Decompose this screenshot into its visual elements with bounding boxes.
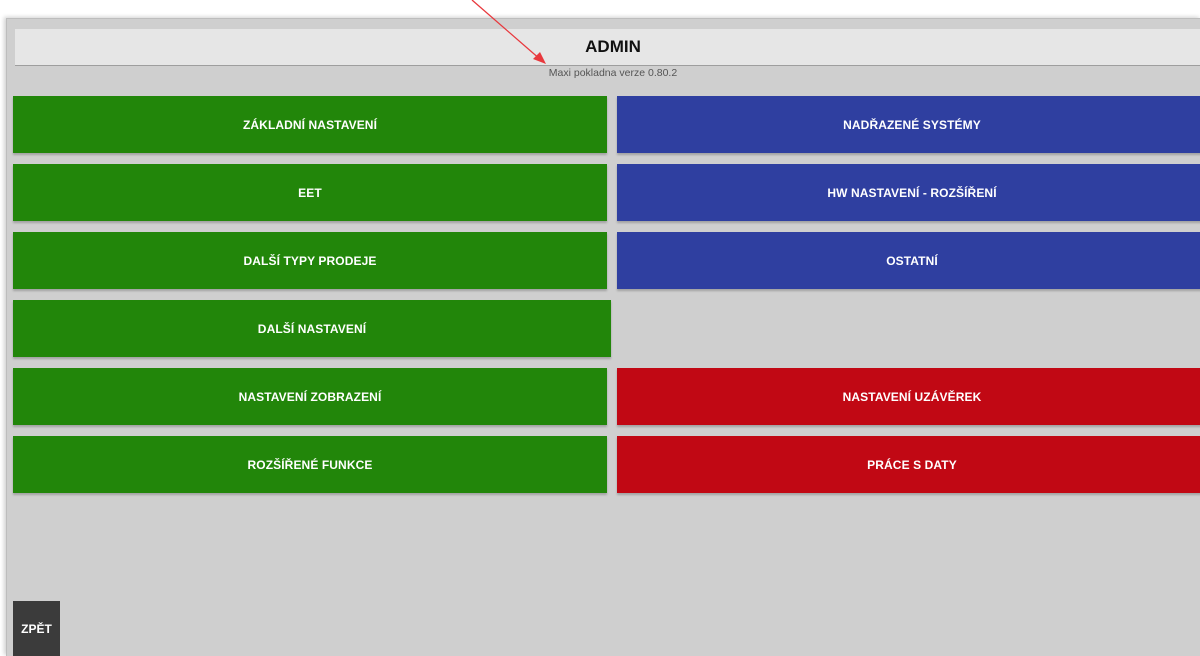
- data-work-button[interactable]: PRÁCE S DATY: [617, 436, 1200, 493]
- more-settings-button[interactable]: DALŠÍ NASTAVENÍ: [13, 300, 611, 357]
- closing-settings-button[interactable]: NASTAVENÍ UZÁVĚREK: [617, 368, 1200, 425]
- button-label: DALŠÍ NASTAVENÍ: [257, 321, 367, 336]
- button-label: ROZŠÍŘENÉ FUNKCE: [247, 457, 373, 472]
- button-label: OSTATNÍ: [886, 253, 938, 268]
- display-settings-button[interactable]: NASTAVENÍ ZOBRAZENÍ: [13, 368, 607, 425]
- version-label: Maxi pokladna verze 0.80.2: [548, 67, 678, 79]
- button-label: EET: [298, 185, 322, 200]
- sale-types-button[interactable]: DALŠÍ TYPY PRODEJE: [13, 232, 607, 289]
- eet-button[interactable]: EET: [13, 164, 607, 221]
- button-label: PRÁCE S DATY: [867, 457, 957, 472]
- button-label: HW NASTAVENÍ - ROZŠÍŘENÍ: [827, 185, 997, 200]
- button-label: NASTAVENÍ ZOBRAZENÍ: [238, 389, 382, 404]
- basic-settings-button[interactable]: ZÁKLADNÍ NASTAVENÍ: [13, 96, 607, 153]
- page-title: ADMIN: [585, 37, 641, 56]
- extended-functions-button[interactable]: ROZŠÍŘENÉ FUNKCE: [13, 436, 607, 493]
- button-label: NASTAVENÍ UZÁVĚREK: [842, 389, 982, 404]
- app-screen: ADMIN Maxi pokladna verze 0.80.2 ZÁKLADN…: [6, 18, 1200, 656]
- parent-systems-button[interactable]: NADŘAZENÉ SYSTÉMY: [617, 96, 1200, 153]
- page-frame: ADMIN Maxi pokladna verze 0.80.2 ZÁKLADN…: [0, 0, 1200, 656]
- other-button[interactable]: OSTATNÍ: [617, 232, 1200, 289]
- button-label: DALŠÍ TYPY PRODEJE: [243, 253, 377, 268]
- header-bar: ADMIN: [15, 29, 1200, 66]
- back-button-label: ZPĚT: [21, 621, 52, 636]
- button-label: NADŘAZENÉ SYSTÉMY: [843, 117, 981, 132]
- button-label: ZÁKLADNÍ NASTAVENÍ: [242, 117, 378, 132]
- back-button[interactable]: ZPĚT: [13, 601, 60, 656]
- hw-settings-button[interactable]: HW NASTAVENÍ - ROZŠÍŘENÍ: [617, 164, 1200, 221]
